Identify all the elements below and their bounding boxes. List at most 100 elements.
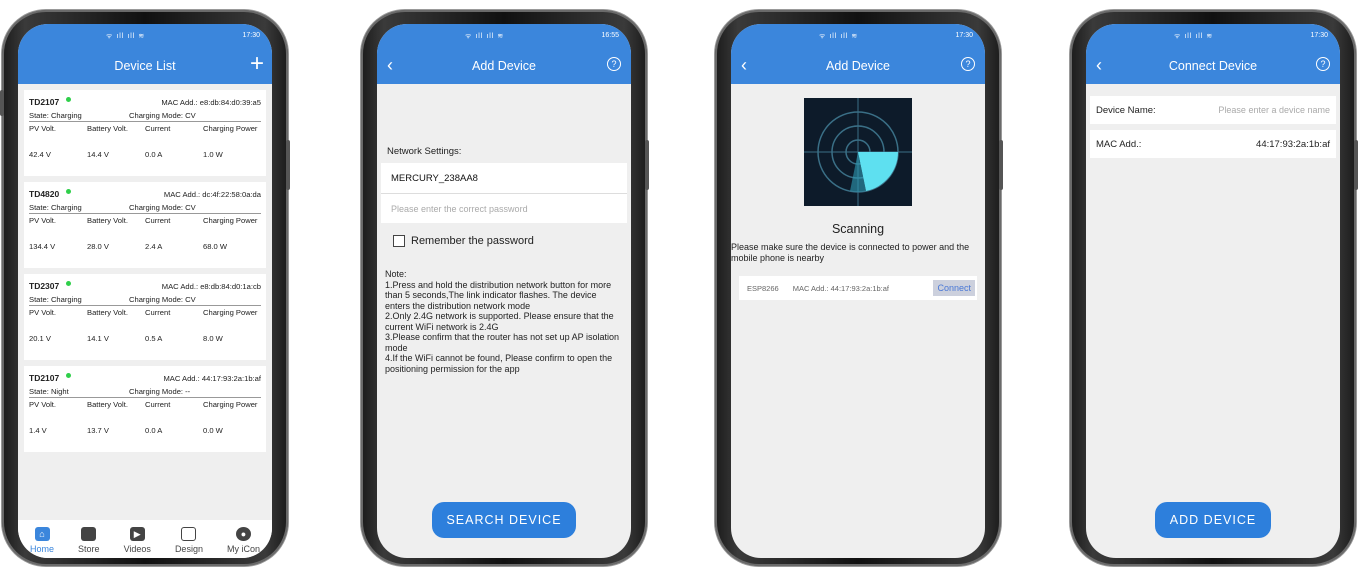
status-bar: ᯤ ıll ıll ≋ 17:30 bbox=[1086, 24, 1340, 48]
back-icon[interactable]: ‹ bbox=[741, 56, 747, 74]
password-input[interactable]: Please enter the correct password bbox=[381, 193, 627, 223]
tab-label: Store bbox=[78, 544, 100, 554]
device-name: TD2307 bbox=[29, 281, 60, 291]
scanning-info: Please make sure the device is connected… bbox=[731, 242, 970, 263]
charging-mode: Charging Mode: CV bbox=[129, 203, 196, 212]
tab-label: Videos bbox=[123, 544, 151, 554]
device-card[interactable]: TD4820 MAC Add.: dc:4f:22:58:0a:da State… bbox=[24, 182, 266, 268]
charging-mode: Charging Mode: -- bbox=[129, 387, 191, 396]
help-icon[interactable]: ? bbox=[1316, 57, 1330, 71]
tab-store[interactable]: Store bbox=[78, 527, 100, 554]
mac-label: MAC Add.: bbox=[161, 281, 199, 291]
remember-checkbox[interactable] bbox=[393, 235, 405, 247]
status-bar: ᯤ ıll ıll ≋ 16:55 bbox=[377, 24, 631, 48]
screen-add-device: ᯤ ıll ıll ≋ 16:55 ‹ Add Device ? Network… bbox=[377, 24, 631, 558]
device-state: State: Night bbox=[29, 387, 69, 396]
tab-design[interactable]: Design bbox=[175, 527, 203, 554]
note-line: 4.If the WiFi cannot be found, Please co… bbox=[385, 353, 613, 374]
tab-home[interactable]: ⌂ Home bbox=[30, 527, 54, 554]
screen-connect-device: ᯤ ıll ıll ≋ 17:30 ‹ Connect Device ? Dev… bbox=[1086, 24, 1340, 558]
phone-device-list: ᯤ ıll ıll ≋ 17:30 Device List + TD2107 M… bbox=[0, 10, 290, 566]
device-card[interactable]: TD2307 MAC Add.: e8:db:84:d0:1a:cb State… bbox=[24, 274, 266, 360]
device-name: TD2107 bbox=[29, 97, 60, 107]
device-state: State: Charging bbox=[29, 295, 82, 304]
monitor-icon bbox=[181, 527, 197, 541]
page-title: Device List bbox=[114, 59, 176, 73]
online-dot-icon bbox=[66, 188, 72, 194]
col-current: Current bbox=[145, 400, 171, 409]
note-line: 3.Please confirm that the router has not… bbox=[385, 332, 619, 353]
col-current: Current bbox=[145, 308, 171, 317]
device-name-input[interactable]: Please enter a device name bbox=[1218, 105, 1330, 115]
tab-label: Home bbox=[30, 544, 55, 554]
clock: 17:30 bbox=[1310, 32, 1328, 39]
device-card[interactable]: TD2107 MAC Add.: e8:db:84:d0:39:a5 State… bbox=[24, 90, 266, 176]
add-icon[interactable]: + bbox=[250, 52, 264, 76]
radar-icon bbox=[804, 98, 912, 206]
add-device-button[interactable]: ADD DEVICE bbox=[1155, 502, 1271, 538]
home-icon: ⌂ bbox=[34, 527, 50, 541]
device-name-label: Device Name: bbox=[1096, 104, 1156, 116]
col-charging-power: Charging Power bbox=[203, 308, 258, 317]
val-battery-volt: 14.1 V bbox=[87, 334, 109, 343]
val-charging-power: 68.0 W bbox=[203, 242, 228, 251]
col-pv-volt: PV Volt. bbox=[29, 400, 57, 409]
network-settings-label: Network Settings: bbox=[387, 146, 462, 157]
col-charging-power: Charging Power bbox=[203, 124, 258, 133]
play-icon: ▶ bbox=[129, 527, 145, 541]
mac-value: dc:4f:22:58:0a:da bbox=[202, 189, 261, 199]
device-card[interactable]: TD2107 MAC Add.: 44:17:93:2a:1b:af State… bbox=[24, 366, 266, 452]
search-device-button[interactable]: SEARCH DEVICE bbox=[432, 502, 576, 538]
back-icon[interactable]: ‹ bbox=[1096, 56, 1102, 74]
back-icon[interactable]: ‹ bbox=[387, 56, 393, 74]
mac-label: MAC Add.: bbox=[1096, 138, 1142, 150]
found-device-mac: MAC Add.: 44:17:93:2a:1b:af bbox=[792, 283, 890, 293]
val-battery-volt: 14.4 V bbox=[87, 150, 109, 159]
mac-label: MAC Add.: bbox=[161, 97, 198, 107]
mac-label: MAC Add.: bbox=[163, 373, 200, 383]
tab-videos[interactable]: ▶ Videos bbox=[124, 527, 151, 554]
tab-my-icon[interactable]: ● My iCon bbox=[227, 527, 260, 554]
nav-bar: ‹ Add Device ? bbox=[377, 48, 631, 84]
val-pv-volt: 1.4 V bbox=[29, 426, 47, 435]
val-charging-power: 8.0 W bbox=[203, 334, 223, 343]
val-pv-volt: 20.1 V bbox=[29, 334, 51, 343]
val-battery-volt: 28.0 V bbox=[87, 242, 109, 251]
mac-value: e8:db:84:d0:39:a5 bbox=[199, 97, 261, 107]
online-dot-icon bbox=[66, 372, 72, 378]
page-title: Connect Device bbox=[1168, 59, 1258, 73]
col-charging-power: Charging Power bbox=[203, 216, 258, 225]
help-icon[interactable]: ? bbox=[607, 57, 621, 71]
note-line: 1.Press and hold the distribution networ… bbox=[385, 279, 612, 311]
online-dot-icon bbox=[66, 96, 72, 102]
col-pv-volt: PV Volt. bbox=[29, 216, 57, 225]
nav-bar: ‹ Add Device ? bbox=[731, 48, 985, 84]
device-name-row[interactable]: Device Name: Please enter a device name bbox=[1090, 96, 1336, 124]
found-device-name: ESP8266 bbox=[747, 283, 779, 293]
connect-button[interactable]: Connect bbox=[933, 280, 975, 296]
nav-bar: ‹ Connect Device ? bbox=[1086, 48, 1340, 84]
mac-value: 44:17:93:2a:1b:af bbox=[201, 373, 261, 383]
signal-indicators: ᯤ ıll ıll ≋ bbox=[106, 33, 146, 40]
screen-scanning: ᯤ ıll ıll ≋ 17:30 ‹ Add Device ? Scannin… bbox=[731, 24, 985, 558]
col-pv-volt: PV Volt. bbox=[29, 308, 57, 317]
val-pv-volt: 134.4 V bbox=[29, 242, 56, 251]
device-name: TD4820 bbox=[29, 189, 60, 199]
nav-bar: Device List + bbox=[18, 48, 272, 84]
found-device-row: ESP8266 MAC Add.: 44:17:93:2a:1b:af Conn… bbox=[739, 276, 977, 300]
signal-indicators: ᯤ ıll ıll ≋ bbox=[819, 33, 859, 40]
status-bar: ᯤ ıll ıll ≋ 17:30 bbox=[731, 24, 985, 48]
status-bar: ᯤ ıll ıll ≋ 17:30 bbox=[18, 24, 272, 48]
tab-label: My iCon bbox=[226, 544, 260, 554]
mac-label: MAC Add.: bbox=[163, 189, 201, 199]
val-current: 0.0 A bbox=[145, 426, 163, 435]
remember-password[interactable]: Remember the password bbox=[393, 235, 631, 247]
page-title: Add Device bbox=[472, 59, 536, 73]
help-icon[interactable]: ? bbox=[961, 57, 975, 71]
phone-connect-device: ᯤ ıll ıll ≋ 17:30 ‹ Connect Device ? Dev… bbox=[1070, 10, 1358, 566]
charging-mode: Charging Mode: CV bbox=[129, 111, 196, 120]
val-current: 0.5 A bbox=[145, 334, 163, 343]
ssid-field[interactable]: MERCURY_238AA8 bbox=[381, 163, 627, 193]
device-name: TD2107 bbox=[29, 373, 60, 383]
col-battery-volt: Battery Volt. bbox=[87, 124, 128, 133]
